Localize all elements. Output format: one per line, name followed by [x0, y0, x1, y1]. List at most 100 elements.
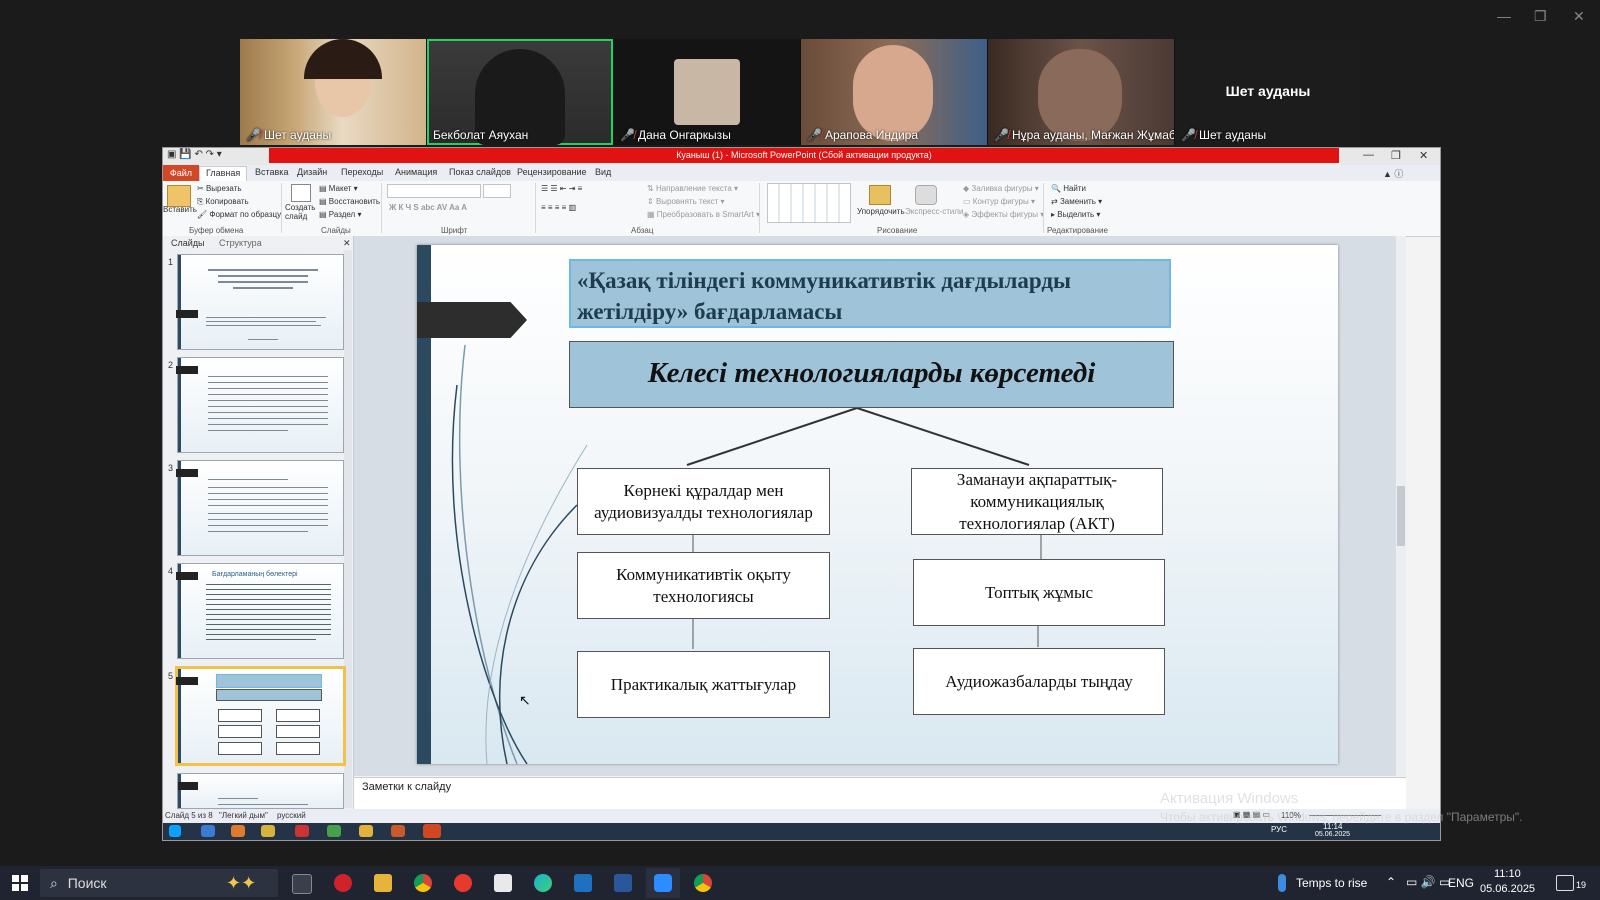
tech-node-audio-listening[interactable]: Аудиожазбаларды тыңдау	[913, 648, 1165, 715]
font-size-select[interactable]	[483, 184, 511, 198]
text-direction-button[interactable]: ⇅ Направление текста ▾	[647, 184, 738, 193]
participant-tile[interactable]: Бекболат Аяухан	[427, 39, 613, 145]
chrome-icon[interactable]	[327, 825, 341, 837]
ribbon-collapse-icon[interactable]: ▲ ⓘ	[1383, 167, 1403, 180]
tab-home[interactable]: Главная	[199, 166, 248, 182]
font-format-buttons[interactable]: Ж К Ч S abc AV Aa A	[389, 203, 467, 212]
weather-text[interactable]: Temps to rise	[1296, 876, 1367, 890]
shape-effects-button[interactable]: ◈ Эффекты фигуры ▾	[963, 210, 1044, 219]
tech-node-ict[interactable]: Заманауи ақпараттық-коммуникациялық техн…	[911, 468, 1163, 535]
tab-review[interactable]: Рецензирование	[517, 167, 587, 177]
tech-node-communicative[interactable]: Коммуникативтік оқыту технологиясы	[577, 552, 830, 619]
tray-chevron-icon[interactable]: ⌃	[1386, 875, 1396, 889]
slide-thumbnail[interactable]: 3	[168, 460, 344, 556]
slide-subtitle[interactable]: Келесі технологияларды көрсетеді	[569, 341, 1174, 408]
opera-icon[interactable]	[334, 874, 352, 892]
clock-date[interactable]: 05.06.2025	[1480, 883, 1535, 895]
slide-thumbnail[interactable]: 6	[177, 773, 344, 809]
tab-transitions[interactable]: Переходы	[341, 167, 383, 177]
tab-insert[interactable]: Вставка	[255, 167, 288, 177]
scrollbar-thumb[interactable]	[1397, 486, 1405, 546]
participant-tile[interactable]: 🎤̸ Дана Онгаркызы	[614, 39, 800, 145]
chrome-icon[interactable]	[694, 874, 712, 892]
word-icon[interactable]	[614, 874, 632, 892]
arrange-icon[interactable]	[869, 185, 891, 205]
participant-tile[interactable]: 🎤̸ Шет ауданы	[240, 39, 426, 145]
format-painter-button[interactable]: 🖌 Формат по образцу	[197, 210, 281, 219]
yandex-icon[interactable]	[454, 874, 472, 892]
slide-thumbnail[interactable]: 2	[168, 357, 344, 453]
quick-styles-icon[interactable]	[915, 185, 937, 205]
app-icon[interactable]	[391, 825, 405, 837]
search-box[interactable]: ⌕ Поиск ✦✦	[40, 869, 278, 897]
section-button[interactable]: ▤ Раздел ▾	[319, 210, 361, 219]
edge-icon[interactable]	[534, 874, 552, 892]
copy-button[interactable]: ⎘ Копировать	[197, 197, 249, 207]
app-icon[interactable]	[295, 825, 309, 837]
replace-button[interactable]: ⇄ Заменить ▾	[1051, 197, 1102, 206]
slide-thumbnail-selected[interactable]: 5	[168, 666, 346, 766]
powerpoint-icon[interactable]	[423, 824, 441, 838]
current-slide[interactable]: «Қазақ тіліндегі коммуникативтік дағдыла…	[417, 245, 1338, 764]
chrome-icon[interactable]	[414, 874, 432, 892]
close-icon[interactable]: ✕	[343, 238, 351, 249]
arrange-button[interactable]: Упорядочить	[857, 207, 905, 216]
restore-icon[interactable]: ❐	[1391, 149, 1401, 162]
quick-styles-button[interactable]: Экспресс-стили	[905, 207, 964, 216]
paste-button[interactable]: Вставить	[163, 205, 197, 214]
align-buttons[interactable]: ≡ ≡ ≡ ≡ ▥	[541, 203, 576, 212]
clock-time[interactable]: 11:10	[1494, 868, 1521, 880]
participant-tile[interactable]: 🎤̸ Арапова Индира	[801, 39, 987, 145]
language-indicator[interactable]: русский	[277, 811, 306, 820]
paste-icon[interactable]	[167, 185, 191, 207]
tab-animations[interactable]: Анимация	[395, 167, 437, 177]
tab-file[interactable]: Файл	[163, 165, 199, 181]
quick-access-toolbar[interactable]: ▣ 💾 ↶ ↷ ▾	[167, 149, 222, 160]
tab-slideshow[interactable]: Показ слайдов	[449, 167, 511, 177]
new-slide-button[interactable]: Создать слайд	[285, 203, 315, 221]
tab-outline[interactable]: Структура	[219, 238, 262, 248]
find-button[interactable]: 🔍 Найти	[1051, 184, 1086, 193]
app-icon[interactable]	[201, 825, 215, 837]
store-icon[interactable]	[574, 874, 592, 892]
participant-tile[interactable]: 🎤̸Нұра ауданы, Мағжан Жұмаба...	[988, 39, 1174, 145]
shape-fill-button[interactable]: ◆ Заливка фигуры ▾	[963, 184, 1039, 193]
folder-icon[interactable]	[359, 825, 373, 837]
tab-view[interactable]: Вид	[595, 167, 611, 177]
windows-start-icon[interactable]	[169, 825, 181, 837]
restore-icon[interactable]: ❐	[1534, 8, 1547, 25]
cut-button[interactable]: ✂ Вырезать	[197, 184, 242, 193]
chrome-icon[interactable]	[261, 825, 275, 837]
minimize-icon[interactable]: —	[1497, 8, 1511, 24]
font-family-select[interactable]	[387, 184, 481, 198]
tech-node-practical-exercises[interactable]: Практикалық жаттығулар	[577, 651, 830, 718]
select-button[interactable]: ▸ Выделить ▾	[1051, 210, 1100, 219]
minimize-icon[interactable]: —	[1363, 149, 1374, 161]
new-slide-icon[interactable]	[291, 184, 311, 202]
zoom-app-button[interactable]	[646, 868, 680, 898]
participant-tile[interactable]: Шет ауданы 🎤̸ Шет ауданы	[1175, 39, 1361, 145]
reset-button[interactable]: ▤ Восстановить	[319, 197, 380, 206]
tab-slides[interactable]: Слайды	[171, 238, 205, 248]
slide-thumbnail[interactable]: 4 Бағдарламаның бөлектері	[168, 563, 344, 659]
tab-design[interactable]: Дизайн	[297, 167, 327, 177]
language-indicator[interactable]: ENG	[1448, 876, 1474, 890]
shape-outline-button[interactable]: ▭ Контур фигуры ▾	[963, 197, 1035, 206]
list-buttons[interactable]: ☰ ☰ ⇤ ⇥ ≡	[541, 184, 582, 193]
tray-icons[interactable]: ▭ 🔊 ▭	[1406, 875, 1450, 889]
windows-start-icon[interactable]	[12, 875, 28, 891]
close-icon[interactable]: ✕	[1573, 8, 1585, 25]
close-icon[interactable]: ✕	[1419, 149, 1428, 162]
tech-node-visual-aids[interactable]: Көрнекі құралдар мен аудиовизуалды техно…	[577, 468, 830, 535]
layout-button[interactable]: ▤ Макет ▾	[319, 184, 358, 193]
inner-lang[interactable]: РУС	[1271, 825, 1287, 834]
file-icon[interactable]	[494, 874, 512, 892]
notification-icon[interactable]	[1556, 875, 1574, 891]
shapes-gallery[interactable]	[767, 183, 851, 223]
tech-node-group-work[interactable]: Топтық жұмыс	[913, 559, 1165, 626]
smartart-button[interactable]: ▦ Преобразовать в SmartArt ▾	[647, 210, 760, 219]
firefox-icon[interactable]	[231, 825, 245, 837]
slide-thumbnail[interactable]: 1	[168, 254, 344, 350]
folder-icon[interactable]	[374, 874, 392, 892]
slide-scrollbar[interactable]	[1396, 236, 1406, 776]
